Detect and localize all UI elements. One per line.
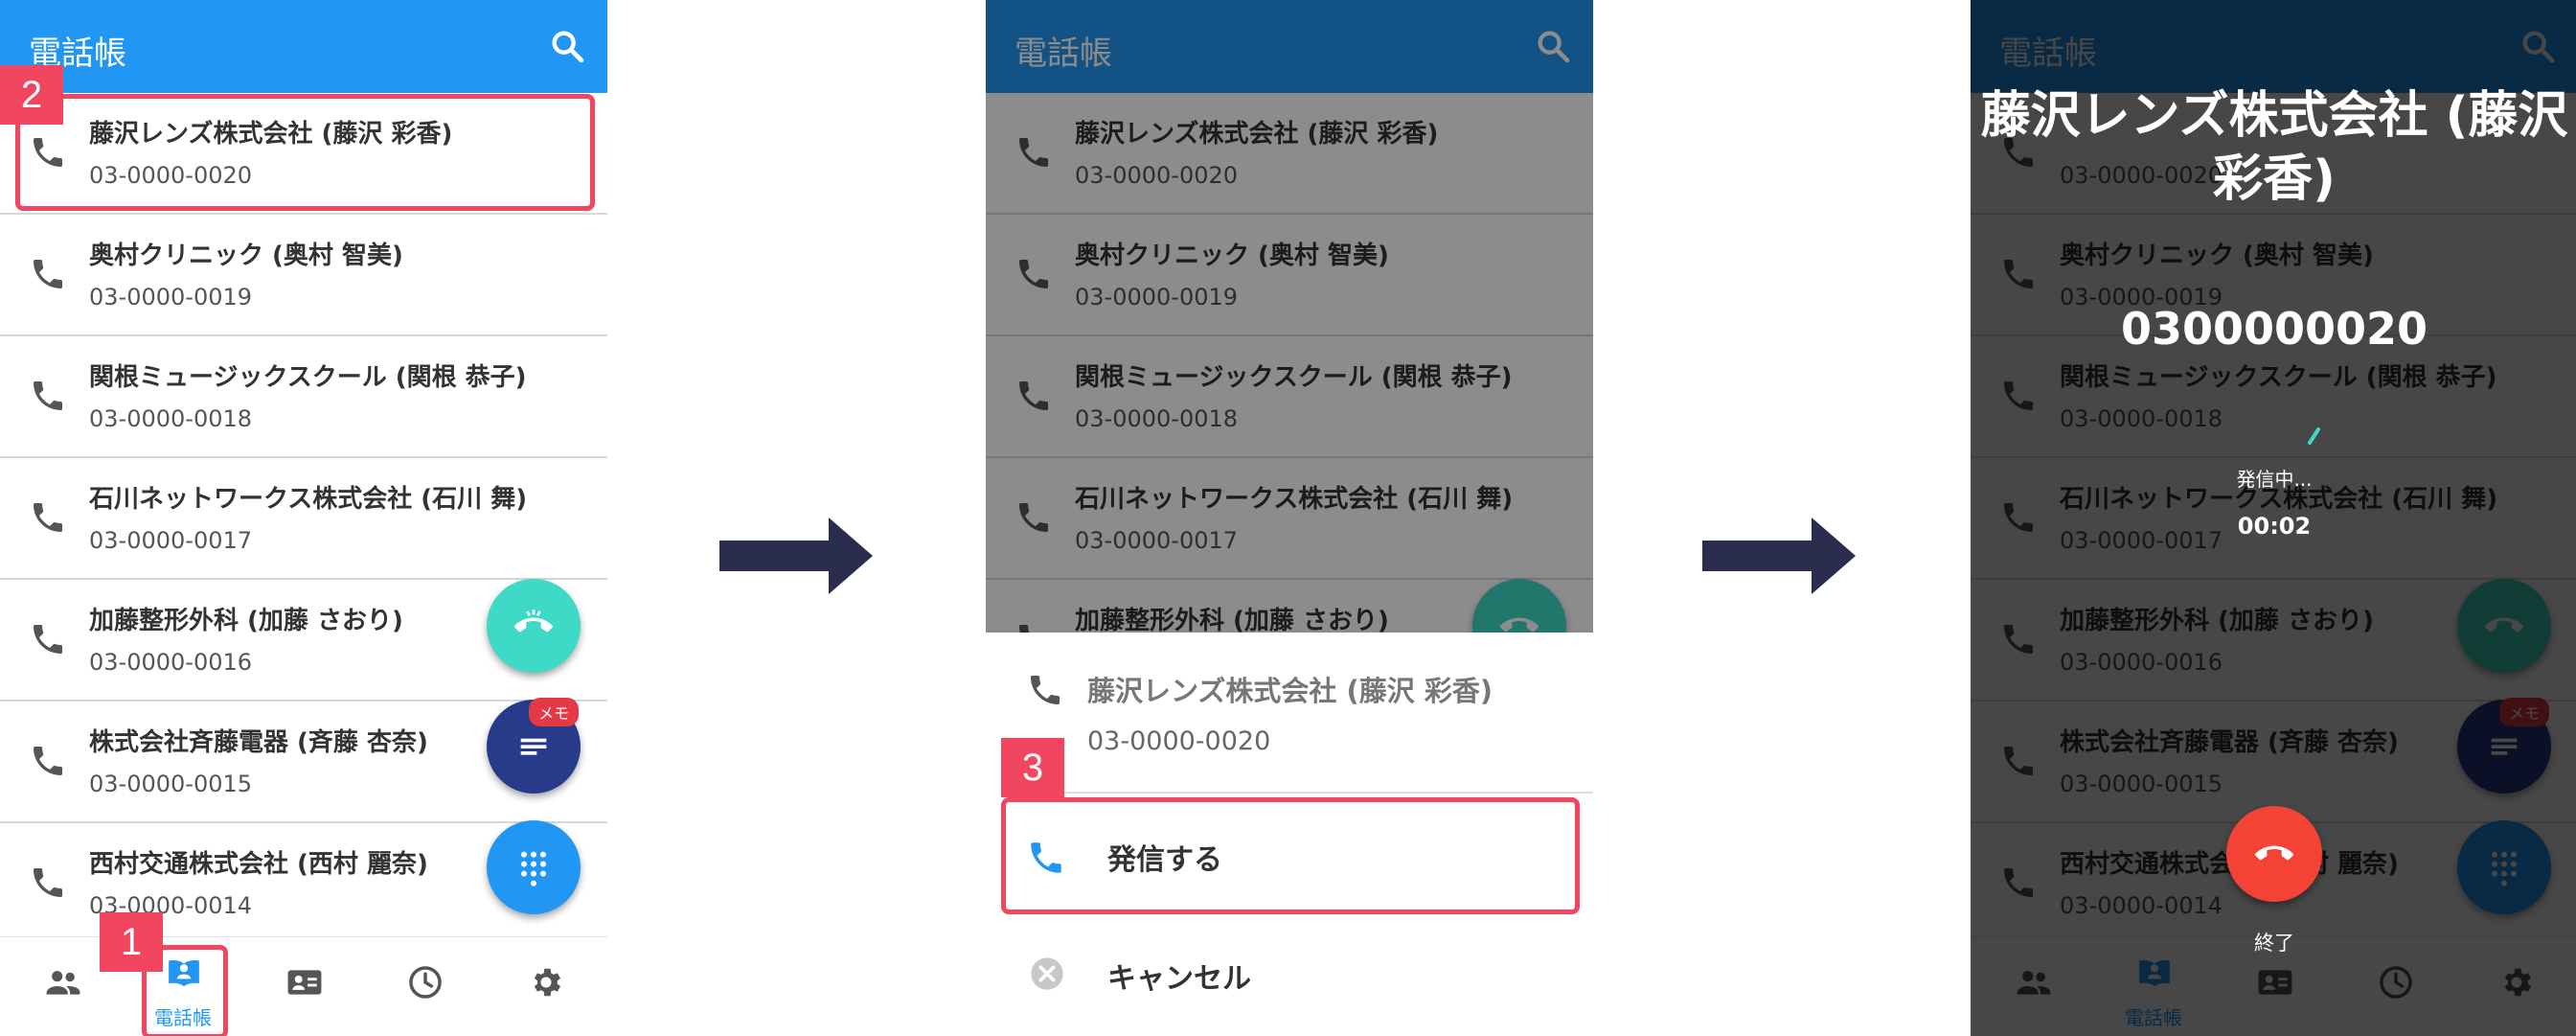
clock-icon <box>409 966 442 999</box>
calling-name-line-2: 彩香) <box>2213 150 2336 208</box>
app-bar: 電話帳 <box>0 0 607 93</box>
end-call-button[interactable] <box>2226 806 2322 902</box>
contact-name: 石川ネットワークス株式会社 (石川 舞) <box>89 485 528 514</box>
call-timer: 00:02 <box>2237 513 2312 540</box>
phone-hangup-icon <box>514 610 553 633</box>
search-icon[interactable] <box>548 27 586 65</box>
loading-spinner-icon <box>2308 427 2320 445</box>
memo-fab[interactable]: メモ <box>487 698 581 794</box>
call-status: 発信中... <box>2236 468 2313 491</box>
contact-number: 03-0000-0018 <box>89 405 253 432</box>
end-call-label: 終了 <box>2254 932 2294 955</box>
memo-badge: メモ <box>529 698 580 726</box>
dialpad-fab[interactable] <box>487 820 581 914</box>
phone-icon <box>34 625 62 654</box>
contact-row[interactable]: 関根ミュージックスクール (関根 恭子) 03-0000-0018 <box>0 336 607 458</box>
arrow-right-icon <box>1702 518 1856 594</box>
phone-icon <box>34 503 62 532</box>
contact-name: 関根ミュージックスクール (関根 恭子) <box>89 363 527 392</box>
nav-settings[interactable] <box>492 937 598 1036</box>
phone-icon <box>34 747 62 775</box>
contact-name: 奥村クリニック (奥村 智美) <box>89 242 403 270</box>
calling-name-line-1: 藤沢レンズ株式会社 (藤沢 <box>1980 87 2568 145</box>
contact-number: 03-0000-0019 <box>89 284 253 311</box>
nav-contact-card[interactable] <box>251 937 356 1036</box>
step-badge-2: 2 <box>0 65 63 125</box>
screen-call-sheet: 電話帳 藤沢レンズ株式会社 (藤沢 彩香) 03-0000-0020 奥村クリニ… <box>986 0 1593 1036</box>
contact-name: 加藤整形外科 (加藤 さおり) <box>89 607 403 635</box>
nav-history[interactable] <box>372 937 477 1036</box>
phone-icon <box>1031 676 1060 704</box>
sheet-contact-name: 藤沢レンズ株式会社 (藤沢 彩香) <box>1087 675 1493 707</box>
contact-name: 西村交通株式会社 (西村 麗奈) <box>89 850 428 879</box>
people-icon <box>46 971 80 995</box>
calling-contact-name: 藤沢レンズ株式会社 (藤沢 彩香) <box>1971 84 2576 211</box>
bottom-nav: 電話帳 <box>0 936 607 1036</box>
contact-number: 03-0000-0015 <box>89 771 253 797</box>
phone-icon <box>34 381 62 410</box>
gear-icon <box>534 968 561 997</box>
notes-icon <box>520 738 547 755</box>
contact-row[interactable]: 石川ネットワークス株式会社 (石川 舞) 03-0000-0017 <box>0 458 607 580</box>
divider <box>1005 792 1593 794</box>
cancel-circle-icon <box>1031 957 1063 990</box>
highlight-call-button <box>1001 797 1580 914</box>
contact-number: 03-0000-0016 <box>89 649 253 676</box>
dialpad-icon <box>521 851 546 886</box>
phone-icon <box>34 868 62 897</box>
highlight-first-contact <box>15 94 595 211</box>
arrow-right-icon <box>719 518 873 594</box>
contact-list: 藤沢レンズ株式会社 (藤沢 彩香) 03-0000-0020 奥村クリニック (… <box>0 93 607 945</box>
step-badge-1: 1 <box>100 912 163 972</box>
cancel-button[interactable]: キャンセル <box>1107 955 1251 997</box>
calling-number: 0300000020 <box>2120 303 2428 355</box>
sheet-contact-number: 03-0000-0020 <box>1087 726 1271 756</box>
contact-card-icon <box>287 970 322 995</box>
dim-overlay[interactable] <box>986 0 1593 633</box>
screen-phonebook: 電話帳 藤沢レンズ株式会社 (藤沢 彩香) 03-0000-0020 奥村クリニ… <box>0 0 607 1036</box>
screen-calling: 電話帳 03-0000-0020 奥村クリニック (奥村 智美) 03-0000… <box>1971 0 2576 1036</box>
contact-name: 株式会社斉藤電器 (斉藤 杏奈) <box>89 728 428 757</box>
phone-hangup-icon <box>2255 845 2293 861</box>
step-badge-3: 3 <box>1001 738 1064 797</box>
contact-row[interactable]: 奥村クリニック (奥村 智美) 03-0000-0019 <box>0 215 607 336</box>
contact-number: 03-0000-0017 <box>89 527 253 554</box>
phone-icon <box>34 260 62 288</box>
hang-up-fab[interactable] <box>487 579 581 673</box>
